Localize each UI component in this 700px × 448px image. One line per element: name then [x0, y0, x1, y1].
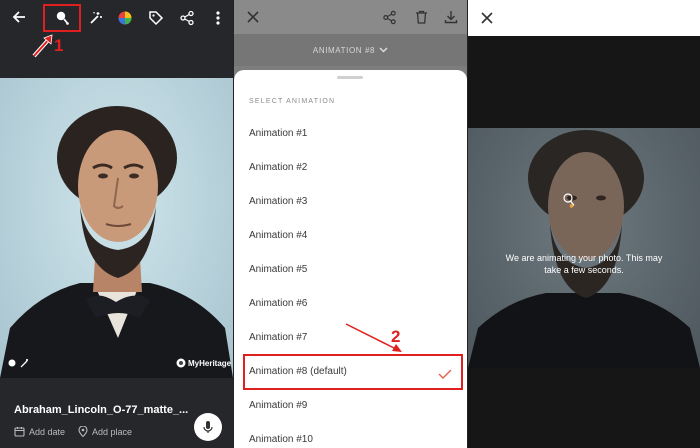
photo-info-panel: Abraham_Lincoln_O-77_matte_... Add date …	[0, 380, 233, 448]
animation-option-6[interactable]: Animation #6	[249, 298, 307, 309]
portrait-image	[0, 106, 233, 378]
microphone-icon	[203, 421, 213, 433]
share-icon[interactable]	[378, 6, 400, 28]
animation-option-1[interactable]: Animation #1	[249, 128, 307, 139]
photo-file-name[interactable]: Abraham_Lincoln_O-77_matte_...	[14, 404, 188, 416]
myheritage-watermark-text: MyHeritage	[188, 358, 232, 368]
more-options-icon[interactable]	[208, 7, 228, 29]
photo-detail-screen: 1 MyHeritage Abraham_Lincoln_O-77_matte_…	[0, 0, 233, 448]
download-icon[interactable]	[440, 6, 462, 28]
animation-option-10[interactable]: Animation #10	[249, 434, 313, 445]
animating-screen: We are animating your photo. This may ta…	[468, 0, 700, 448]
select-animation-sheet: SELECT ANIMATION Animation #1 Animation …	[234, 70, 467, 448]
animating-message: We are animating your photo. This may ta…	[505, 253, 663, 275]
annotation-number-1: 1	[54, 36, 64, 55]
dimmed-portrait-image	[468, 130, 700, 368]
current-animation-label: ANIMATION #8	[312, 45, 376, 55]
tag-icon[interactable]	[145, 7, 167, 29]
add-date-button[interactable]: Add date	[14, 426, 65, 437]
chevron-down-icon	[379, 47, 388, 53]
animation-option-3[interactable]: Animation #3	[249, 196, 307, 207]
back-arrow-icon[interactable]	[8, 6, 30, 28]
location-pin-icon	[78, 426, 88, 437]
add-date-label: Add date	[29, 426, 66, 437]
animation-option-2[interactable]: Animation #2	[249, 162, 307, 173]
voice-record-button[interactable]	[194, 413, 222, 441]
animation-option-4[interactable]: Animation #4	[249, 230, 307, 241]
highlight-box-1	[43, 4, 81, 32]
photo-toolbar	[0, 0, 233, 34]
animation-option-5[interactable]: Animation #5	[249, 264, 307, 275]
delete-icon[interactable]	[410, 6, 432, 28]
share-icon[interactable]	[176, 7, 198, 29]
myheritage-watermark: MyHeritage	[176, 358, 231, 368]
close-icon[interactable]	[242, 6, 264, 28]
colorize-icon[interactable]	[114, 7, 136, 29]
annotation-number-2: 2	[391, 327, 401, 346]
add-place-label: Add place	[92, 426, 133, 437]
enhance-wand-icon[interactable]	[84, 7, 106, 29]
animation-option-8-selected[interactable]: Animation #8 (default)	[249, 366, 347, 377]
select-animation-screen: ANIMATION #8 SELECT ANIMATION Animation …	[234, 0, 467, 448]
selected-check-icon	[438, 366, 452, 384]
close-icon[interactable]	[476, 7, 498, 29]
animating-toolbar	[468, 0, 700, 36]
portrait-photo[interactable]: MyHeritage	[0, 78, 233, 378]
animation-dropdown[interactable]: ANIMATION #8	[234, 34, 467, 66]
animating-magic-icon	[561, 192, 577, 213]
myheritage-logo-icon	[176, 358, 186, 368]
animating-photo: We are animating your photo. This may ta…	[468, 128, 700, 368]
sheet-title: SELECT ANIMATION	[249, 98, 336, 105]
add-place-button[interactable]: Add place	[78, 426, 132, 437]
animation-toolbar	[234, 0, 467, 34]
calendar-icon	[14, 427, 25, 437]
animation-option-7[interactable]: Animation #7	[249, 332, 307, 343]
photo-tools-icons[interactable]	[8, 358, 30, 370]
sheet-drag-handle[interactable]	[337, 76, 363, 79]
animation-option-9[interactable]: Animation #9	[249, 400, 307, 411]
